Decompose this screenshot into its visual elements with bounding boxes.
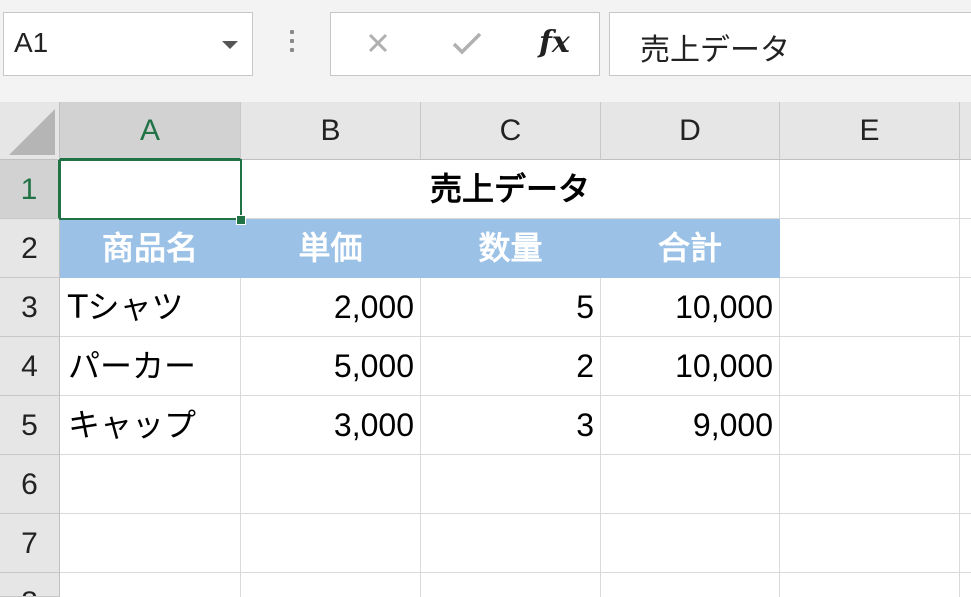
chevron-down-icon[interactable]: [222, 41, 238, 49]
cell-a1[interactable]: [60, 160, 241, 219]
table-cell-quantity[interactable]: 5: [421, 278, 601, 337]
fx-icon[interactable]: fx: [539, 25, 570, 60]
table-cell-total[interactable]: 10,000: [601, 278, 780, 337]
cell-e2[interactable]: [780, 219, 960, 278]
header-cell-product[interactable]: 商品名: [60, 219, 241, 278]
row-header-4[interactable]: 4: [0, 337, 60, 396]
cell-f6[interactable]: [960, 455, 971, 514]
cell-e8[interactable]: [780, 573, 960, 597]
row-header-2[interactable]: 2: [0, 219, 60, 278]
column-header-e[interactable]: E: [780, 102, 960, 160]
table-cell-unit-price[interactable]: 5,000: [241, 337, 421, 396]
cell-f3[interactable]: [960, 278, 971, 337]
cell-f8[interactable]: [960, 573, 971, 597]
formula-input[interactable]: 売上データ: [609, 12, 971, 76]
table-cell-total[interactable]: 10,000: [601, 337, 780, 396]
table-cell-quantity[interactable]: 3: [421, 396, 601, 455]
cell-a7[interactable]: [60, 514, 241, 573]
cancel-button[interactable]: [353, 23, 403, 67]
name-box[interactable]: A1: [3, 12, 253, 76]
cell-c8[interactable]: [421, 573, 601, 597]
table-cell-quantity[interactable]: 2: [421, 337, 601, 396]
row-header-1[interactable]: 1: [0, 160, 60, 219]
table-cell-unit-price[interactable]: 2,000: [241, 278, 421, 337]
header-cell-unit-price[interactable]: 単価: [241, 219, 421, 278]
select-all-triangle-icon: [9, 109, 55, 155]
cell-e1[interactable]: [780, 160, 960, 219]
row-header-6[interactable]: 6: [0, 455, 60, 514]
formula-bar-area: A1 fx 売上データ: [0, 0, 971, 102]
cell-b6[interactable]: [241, 455, 421, 514]
sheet-title-cell[interactable]: 売上データ: [241, 160, 780, 219]
cell-c6[interactable]: [421, 455, 601, 514]
cell-f5[interactable]: [960, 396, 971, 455]
row-header-5[interactable]: 5: [0, 396, 60, 455]
name-box-value[interactable]: A1: [14, 27, 48, 59]
cell-f4[interactable]: [960, 337, 971, 396]
drag-handle-icon[interactable]: [290, 30, 294, 57]
table-cell-total[interactable]: 9,000: [601, 396, 780, 455]
fill-handle[interactable]: [236, 215, 246, 225]
row-header-3[interactable]: 3: [0, 278, 60, 337]
cell-f2[interactable]: [960, 219, 971, 278]
cell-area: 売上データ 商品名 単価 数量 合計 Tシャツ 2,000 5 10,000 パ…: [59, 159, 971, 597]
table-cell-product[interactable]: キャップ: [60, 396, 241, 455]
cell-d6[interactable]: [601, 455, 780, 514]
cell-e6[interactable]: [780, 455, 960, 514]
insert-function-button[interactable]: fx: [531, 23, 581, 67]
cell-b8[interactable]: [241, 573, 421, 597]
select-all-button[interactable]: [0, 102, 60, 160]
enter-button[interactable]: [443, 23, 493, 67]
column-header-a[interactable]: A: [60, 102, 241, 160]
column-header-next[interactable]: [960, 102, 971, 160]
cell-f7[interactable]: [960, 514, 971, 573]
formula-value[interactable]: 売上データ: [640, 25, 790, 69]
cell-c7[interactable]: [421, 514, 601, 573]
column-header-d[interactable]: D: [601, 102, 780, 160]
row-header-7[interactable]: 7: [0, 514, 60, 573]
cell-a8[interactable]: [60, 573, 241, 597]
column-header-c[interactable]: C: [421, 102, 601, 160]
cell-f1[interactable]: [960, 160, 971, 219]
cell-d7[interactable]: [601, 514, 780, 573]
cell-a6[interactable]: [60, 455, 241, 514]
row-header-8[interactable]: 8: [0, 573, 60, 597]
cancel-x-icon[interactable]: [353, 23, 403, 67]
cell-d8[interactable]: [601, 573, 780, 597]
check-icon[interactable]: [443, 23, 493, 67]
cell-e3[interactable]: [780, 278, 960, 337]
cell-e7[interactable]: [780, 514, 960, 573]
cell-e5[interactable]: [780, 396, 960, 455]
header-cell-quantity[interactable]: 数量: [421, 219, 601, 278]
cell-e4[interactable]: [780, 337, 960, 396]
formula-buttons: fx: [330, 12, 600, 76]
table-cell-product[interactable]: Tシャツ: [60, 278, 241, 337]
table-cell-unit-price[interactable]: 3,000: [241, 396, 421, 455]
cell-b7[interactable]: [241, 514, 421, 573]
worksheet-grid: A B C D E 1 2 3 4 5 6 7 8 売上データ 商品名 単価 数…: [0, 102, 971, 597]
header-cell-total[interactable]: 合計: [601, 219, 780, 278]
table-cell-product[interactable]: パーカー: [60, 337, 241, 396]
column-header-b[interactable]: B: [241, 102, 421, 160]
